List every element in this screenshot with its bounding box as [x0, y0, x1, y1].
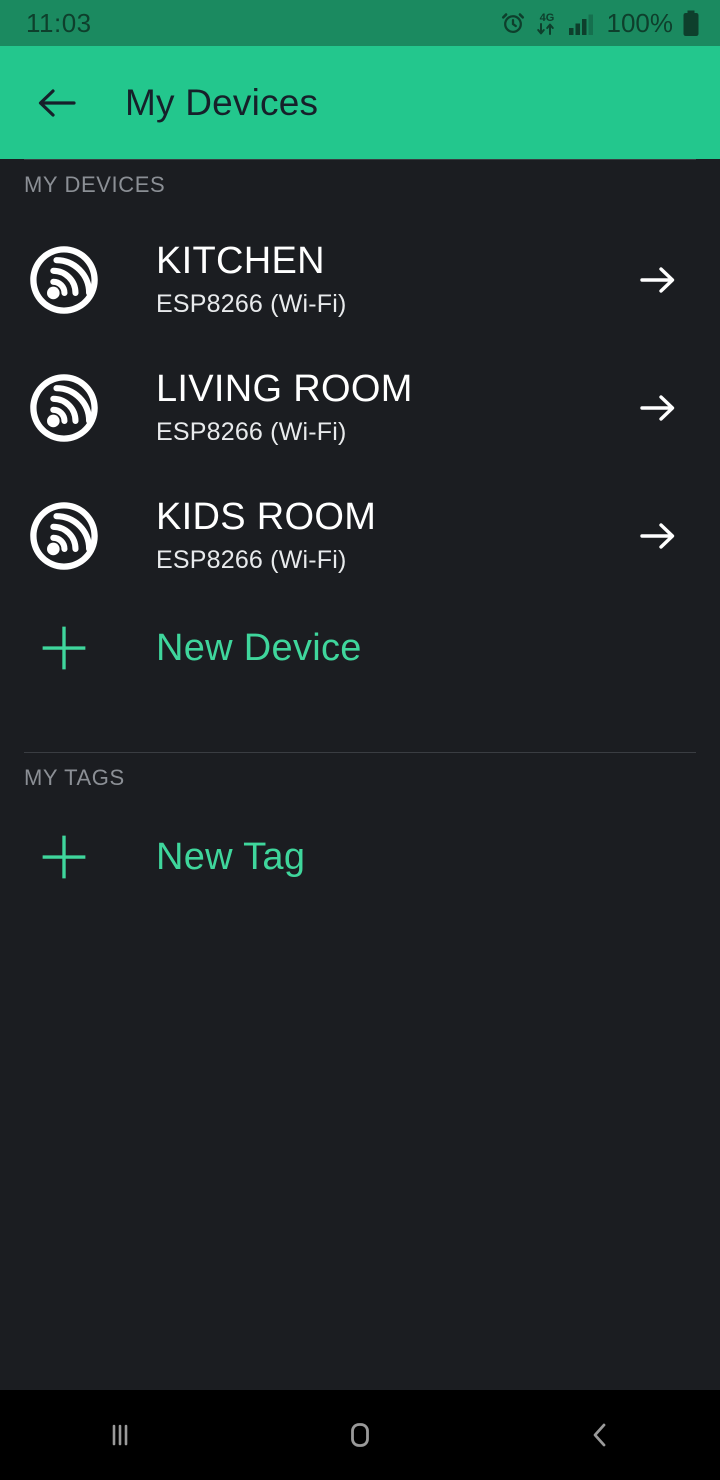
new-tag-label: New Tag	[156, 835, 306, 878]
signal-bars-icon	[568, 14, 593, 35]
device-name: KITCHEN	[156, 240, 325, 282]
new-device-label: New Device	[156, 626, 362, 669]
plus-icon	[42, 626, 86, 670]
recents-icon	[112, 1424, 128, 1446]
plus-icon	[42, 835, 86, 879]
device-subtitle: ESP8266 (Wi-Fi)	[156, 546, 347, 574]
system-navigation-bar	[0, 1390, 720, 1480]
alarm-icon	[501, 13, 524, 34]
status-bar-clock: 11:03	[26, 7, 92, 38]
nav-back-button[interactable]	[480, 1390, 720, 1480]
nav-recents-button[interactable]	[0, 1390, 240, 1480]
phone-screen: 11:03 4G 100% My Devices MY DEVICES KITC…	[0, 0, 720, 1480]
tags-section-label: MY TAGS	[24, 765, 125, 790]
4g-data-icon: 4G	[536, 12, 554, 35]
device-list-item[interactable]: KIDS ROOM ESP8266 (Wi-Fi)	[0, 472, 720, 600]
svg-text:4G: 4G	[539, 12, 554, 24]
new-device-button[interactable]: New Device	[0, 600, 720, 696]
espressif-logo-icon	[30, 246, 98, 314]
device-subtitle: ESP8266 (Wi-Fi)	[156, 290, 347, 318]
home-icon	[351, 1423, 369, 1447]
back-icon	[593, 1423, 606, 1447]
device-subtitle: ESP8266 (Wi-Fi)	[156, 418, 347, 446]
new-tag-button[interactable]: New Tag	[0, 809, 720, 905]
app-bar: My Devices	[0, 46, 720, 159]
device-list-item[interactable]: KITCHEN ESP8266 (Wi-Fi)	[0, 216, 720, 344]
devices-spacer-top	[0, 198, 720, 216]
arrow-right-icon[interactable]	[634, 384, 682, 432]
devices-section-label: MY DEVICES	[24, 172, 166, 197]
arrow-right-icon[interactable]	[634, 512, 682, 560]
device-text-block: KIDS ROOM ESP8266 (Wi-Fi)	[156, 495, 634, 577]
device-list-item[interactable]: LIVING ROOM ESP8266 (Wi-Fi)	[0, 344, 720, 472]
device-text-block: LIVING ROOM ESP8266 (Wi-Fi)	[156, 367, 634, 449]
back-button[interactable]	[22, 68, 92, 138]
page-title: My Devices	[125, 81, 319, 123]
device-text-block: KITCHEN ESP8266 (Wi-Fi)	[156, 239, 634, 321]
sections-gap	[0, 696, 720, 752]
espressif-logo-icon	[30, 374, 98, 442]
battery-icon	[683, 10, 699, 36]
arrow-right-icon[interactable]	[634, 256, 682, 304]
tags-spacer-top	[0, 791, 720, 809]
device-name: KIDS ROOM	[156, 496, 377, 538]
arrow-left-icon	[38, 88, 76, 117]
content-area: MY DEVICES KITCHEN ESP8266 (Wi-Fi) LIVIN…	[0, 159, 720, 1390]
battery-percent-label: 100%	[606, 7, 674, 38]
device-name: LIVING ROOM	[156, 368, 413, 410]
nav-home-button[interactable]	[240, 1390, 480, 1480]
espressif-logo-icon	[30, 502, 98, 570]
status-bar: 11:03 4G 100%	[0, 0, 720, 46]
status-bar-indicators: 4G 100%	[500, 8, 701, 39]
